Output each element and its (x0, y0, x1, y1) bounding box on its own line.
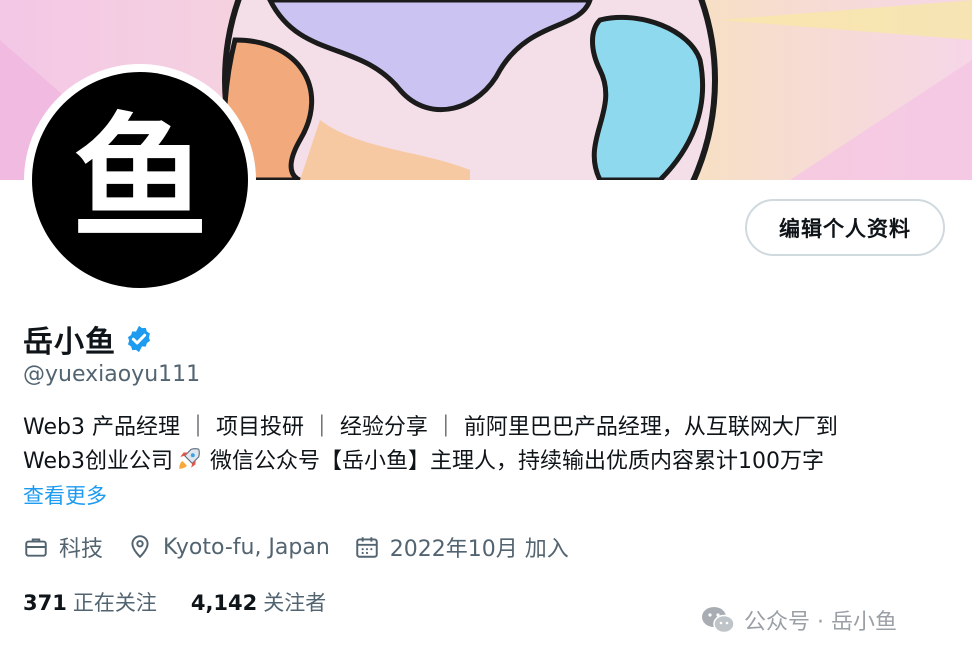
watermark-text: 公众号 · 岳小鱼 (744, 610, 897, 635)
watermark: 公众号 · 岳小鱼 (700, 604, 897, 636)
profile-name: 岳小鱼 (23, 325, 116, 360)
edit-profile-button[interactable]: 编辑个人资料 (745, 199, 945, 256)
briefcase-icon (25, 538, 47, 557)
bio-line-2: Web3创业公司 微信公众号【岳小鱼】主理人，持续输出优质内容累计100万字 (23, 445, 953, 479)
calendar-icon (356, 537, 378, 558)
avatar[interactable]: 鱼 (32, 72, 248, 288)
profile-meta: 科技 Kyoto-fu, Japan 2022年10月 加入 (23, 531, 593, 563)
avatar-character: 鱼 (72, 101, 208, 259)
bio-line-2-part-b: 微信公众号【岳小鱼】主理人，持续输出优质内容累计100万字 (202, 449, 824, 474)
bio-line-2-part-a: Web3创业公司 (23, 449, 173, 474)
verified-badge-icon[interactable] (124, 324, 154, 354)
show-more-link[interactable]: 查看更多 (23, 480, 107, 510)
location-item: Kyoto-fu, Japan (127, 534, 330, 560)
location-text: Kyoto-fu, Japan (163, 534, 330, 560)
profile-handle: @yuexiaoyu111 (23, 362, 201, 387)
wechat-icon (702, 607, 735, 634)
bio-line-1: Web3 产品经理 ｜ 项目投研 ｜ 经验分享 ｜ 前阿里巴巴产品经理，从互联网… (23, 415, 838, 440)
category-item: 科技 (23, 531, 103, 563)
followers-count: 4,142 (190, 591, 258, 615)
joined-text: 2022年10月 加入 (389, 537, 569, 562)
follow-stats: 371 正在关注 4,142 关注者 (23, 587, 360, 617)
followers-link[interactable]: 4,142 关注者 (191, 587, 326, 617)
profile-name-row: 岳小鱼 (23, 317, 154, 361)
joined-item: 2022年10月 加入 (354, 531, 569, 563)
following-label: 正在关注 (72, 591, 157, 615)
followers-label: 关注者 (263, 591, 327, 615)
rocket-icon (179, 448, 200, 469)
location-pin-icon (131, 535, 149, 559)
following-count: 371 (23, 591, 67, 615)
following-link[interactable]: 371 正在关注 (23, 587, 157, 617)
profile-bio: Web3 产品经理 ｜ 项目投研 ｜ 经验分享 ｜ 前阿里巴巴产品经理，从互联网… (23, 411, 953, 479)
category-text: 科技 (59, 537, 104, 562)
